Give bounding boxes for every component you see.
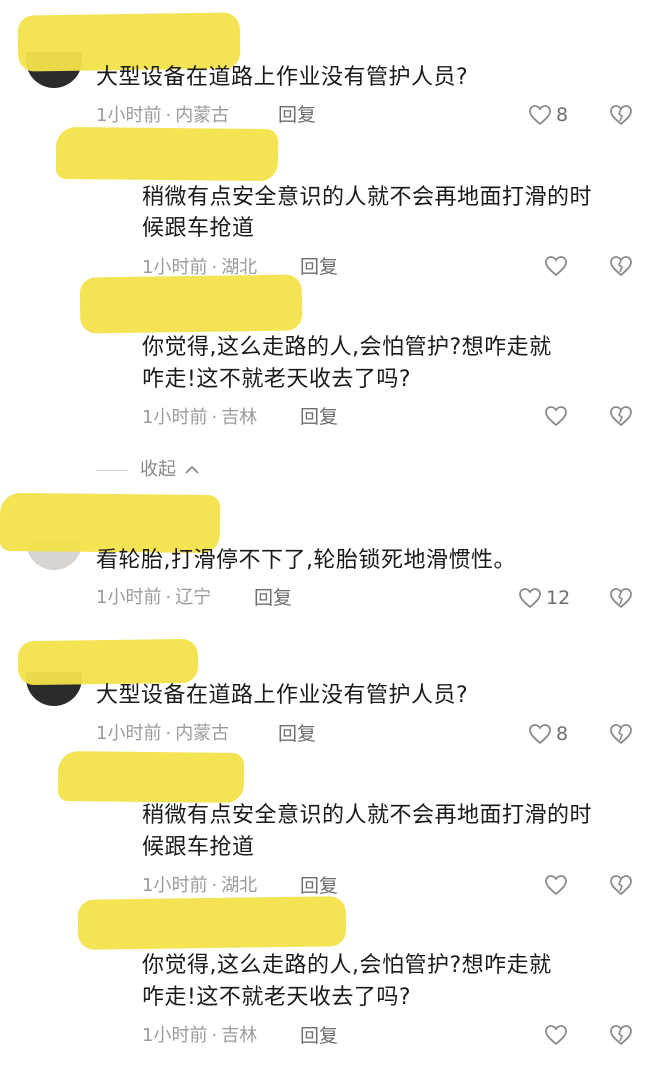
reply-text-line: 咋走!这不就老天收去了吗? [142,367,411,392]
redacted-username [17,638,199,686]
like-count: 12 [546,587,571,609]
meta-separator: · [211,1025,218,1046]
chevron-up-icon [185,465,199,474]
like-count: 8 [556,723,569,745]
collapse-button[interactable]: 收起 [140,458,200,482]
reply-meta: 1小时前 · 吉林 [142,407,258,428]
heart-outline-icon[interactable] [544,405,568,427]
redacted-username [55,126,279,182]
reply-button[interactable]: 回复 [278,103,316,127]
heart-outline-icon[interactable] [518,587,542,609]
comment-text: 大型设备在道路上作业没有管护人员? [96,65,469,90]
reply-button[interactable]: 回复 [278,722,316,746]
collapse-label: 收起 [140,459,176,480]
reply-button[interactable]: 回复 [300,405,338,429]
reply-text-line: 候跟车抢道 [142,835,255,860]
reply-button[interactable]: 回复 [300,255,338,279]
meta-separator: · [211,875,218,896]
comment-meta: 1小时前 · 内蒙古 [96,105,230,126]
reply-text-line: 候跟车抢道 [142,216,255,241]
reply-text-line: 你觉得,这么走路的人,会怕管护?想咋走就 [142,953,552,978]
meta-separator: · [165,587,172,608]
reply-button[interactable]: 回复 [254,586,292,610]
reply-text-line: 稍微有点安全意识的人就不会再地面打滑的时 [142,185,593,210]
reply-button[interactable]: 回复 [300,874,338,898]
heart-outline-icon[interactable] [528,104,552,126]
collapse-divider [96,470,128,471]
reply-text-line: 你觉得,这么走路的人,会怕管护?想咋走就 [142,335,552,360]
heart-outline-icon[interactable] [528,723,552,745]
heart-outline-icon[interactable] [544,874,568,896]
broken-heart-icon[interactable] [608,1024,634,1046]
heart-outline-icon[interactable] [544,1024,568,1046]
reply-text-line: 稍微有点安全意识的人就不会再地面打滑的时 [142,803,593,828]
meta-separator: · [165,105,172,126]
redacted-username [57,751,245,803]
heart-outline-icon[interactable] [544,255,568,277]
broken-heart-icon[interactable] [608,255,634,277]
broken-heart-icon[interactable] [608,104,634,126]
redacted-username [79,274,303,334]
reply-button[interactable]: 回复 [300,1024,338,1048]
redacted-username [77,896,347,950]
reply-meta: 1小时前 · 吉林 [142,1025,258,1046]
broken-heart-icon[interactable] [608,874,634,896]
meta-separator: · [211,407,218,428]
like-count: 8 [556,104,569,126]
comment-text: 看轮胎,打滑停不下了,轮胎锁死地滑惯性。 [96,548,516,573]
meta-separator: · [165,723,172,744]
broken-heart-icon[interactable] [608,405,634,427]
broken-heart-icon[interactable] [608,723,634,745]
broken-heart-icon[interactable] [608,587,634,609]
comment-meta: 1小时前 · 内蒙古 [96,723,230,744]
reply-meta: 1小时前 · 湖北 [142,875,258,896]
comment-text: 大型设备在道路上作业没有管护人员? [96,683,469,708]
reply-text-line: 咋走!这不就老天收去了吗? [142,985,411,1010]
comment-meta: 1小时前 · 辽宁 [96,587,212,608]
